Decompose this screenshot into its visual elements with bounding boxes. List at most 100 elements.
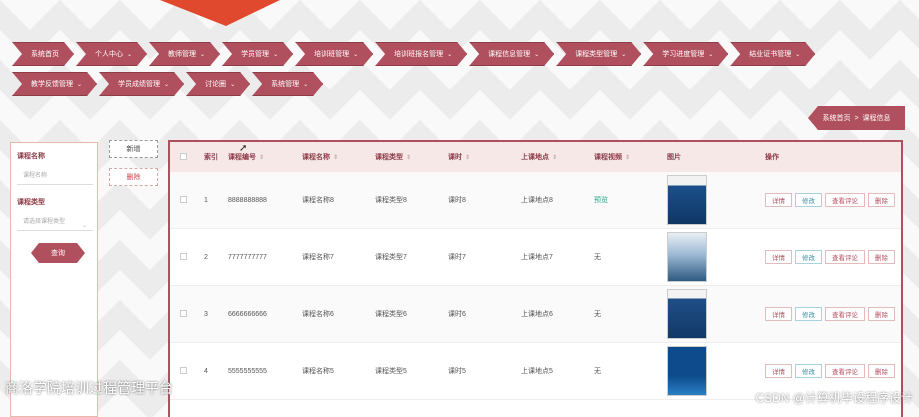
column-header-1: 索引 [204, 152, 228, 162]
view-comments-button[interactable]: 查看评论 [825, 364, 865, 378]
delete-button[interactable]: 删除 [868, 307, 895, 321]
cell-ops: 详情 修改 查看评论 删除 [765, 250, 895, 264]
column-header-label: 课程类型 [375, 154, 403, 161]
column-header-label: 课时 [448, 154, 462, 161]
cell-name: 课程名称6 [302, 311, 334, 318]
sort-icon[interactable]: ⇕ [465, 155, 470, 161]
breadcrumb: 系统首页 > 课程信息 [808, 106, 905, 130]
sort-icon[interactable]: ⇕ [333, 155, 338, 161]
nav-item-row1-8[interactable]: 学习进度管理 ⌄ [643, 42, 728, 66]
row-checkbox-cell [170, 309, 204, 319]
course-name-input[interactable]: 课程名称 [17, 167, 93, 185]
view-comments-button[interactable]: 查看评论 [825, 307, 865, 321]
course-type-label: 课程类型 [17, 199, 45, 206]
video-none: 无 [594, 254, 601, 261]
cell-video: 无 [594, 366, 667, 376]
nav-item-label: 教师管理 [168, 51, 197, 58]
row-actions: 详情 修改 查看评论 删除 [765, 193, 895, 207]
column-header-label: 操作 [765, 154, 779, 161]
detail-button[interactable]: 详情 [765, 307, 792, 321]
breadcrumb-sep: > [854, 114, 859, 122]
mouse-cursor-icon: ➚ [239, 143, 248, 154]
table-row: 3 6666666666 课程名称6 课程类型6 课时6 上课地点6 无 详情 修改 查看评论 删除 [170, 286, 901, 343]
add-button[interactable]: 新增 [109, 140, 158, 158]
delete-button[interactable]: 删除 [868, 250, 895, 264]
search-button[interactable]: 查询 [31, 243, 85, 263]
nav-item-label: 课程信息管理 [488, 51, 531, 58]
nav-item-row2-1[interactable]: 学员成绩管理 ⌄ [99, 72, 184, 96]
column-header-6: 上课地点 ⇕ [521, 152, 594, 162]
row-checkbox[interactable] [180, 366, 187, 374]
cell-hours: 课时5 [448, 368, 466, 375]
edit-button[interactable]: 修改 [795, 364, 822, 378]
nav-item-row1-6[interactable]: 课程信息管理 ⌄ [469, 42, 554, 66]
chevron-down-icon: ⌄ [230, 81, 236, 88]
column-header-0[interactable] [170, 152, 204, 162]
cell-video: 无 [594, 309, 667, 319]
chevron-down-icon: ⌄ [534, 51, 540, 58]
cell-type: 课程类型7 [375, 254, 407, 261]
nav-item-label: 教学反馈管理 [31, 81, 73, 88]
nav-item-label: 培训班管理 [314, 51, 350, 58]
cell-code: 8888888888 [228, 196, 267, 204]
cell-place: 上课地点7 [521, 254, 553, 261]
cell-index: 1 [204, 196, 208, 204]
nav-item-row1-4[interactable]: 培训班管理 ⌄ [295, 42, 373, 66]
cell-place: 上课地点6 [521, 311, 553, 318]
column-header-3: 课程名称 ⇕ [302, 152, 375, 162]
nav-item-row1-0[interactable]: 系统首页 [12, 42, 74, 66]
chevron-down-icon: ⌄ [77, 81, 83, 88]
breadcrumb-home[interactable]: 系统首页 [822, 113, 850, 123]
cell-code: 7777777777 [228, 253, 267, 261]
video-preview-link[interactable]: 预览 [594, 197, 608, 204]
delete-button[interactable]: 删除 [868, 364, 895, 378]
detail-button[interactable]: 详情 [765, 193, 792, 207]
edit-button[interactable]: 修改 [795, 307, 822, 321]
chevron-down-icon: ⌄ [621, 51, 627, 58]
column-header-9: 操作 [765, 152, 895, 162]
nav-item-label: 学员管理 [241, 51, 270, 58]
sort-icon[interactable]: ⇕ [625, 155, 630, 161]
view-comments-button[interactable]: 查看评论 [825, 193, 865, 207]
course-type-select[interactable]: 请选择课程类型 ⌄ [17, 213, 93, 231]
nav-item-row1-5[interactable]: 培训班报名管理 ⌄ [375, 42, 467, 66]
delete-button[interactable]: 删除 [868, 193, 895, 207]
cell-index: 3 [204, 310, 208, 318]
sort-icon[interactable]: ⇕ [259, 155, 264, 161]
detail-button[interactable]: 详情 [765, 364, 792, 378]
column-header-label: 索引 [204, 154, 218, 161]
nav-item-row1-9[interactable]: 结业证书管理 ⌄ [730, 42, 815, 66]
column-header-label: 课程名称 [302, 154, 330, 161]
cell-ops: 详情 修改 查看评论 删除 [765, 307, 895, 321]
nav-item-row1-1[interactable]: 个人中心 ⌄ [76, 42, 147, 66]
row-checkbox[interactable] [180, 309, 187, 317]
nav-item-row1-2[interactable]: 教师管理 ⌄ [149, 42, 220, 66]
cell-hours: 课时7 [448, 254, 466, 261]
nav-item-row2-3[interactable]: 系统管理 ⌄ [252, 72, 323, 96]
sort-icon[interactable]: ⇕ [406, 155, 411, 161]
edit-button[interactable]: 修改 [795, 193, 822, 207]
cell-code: 6666666666 [228, 310, 267, 318]
cell-hours: 课时8 [448, 197, 466, 204]
cell-image [667, 232, 765, 282]
cell-ops: 详情 修改 查看评论 删除 [765, 364, 895, 378]
row-checkbox[interactable] [180, 252, 187, 260]
sort-icon[interactable]: ⇕ [552, 155, 557, 161]
view-comments-button[interactable]: 查看评论 [825, 250, 865, 264]
breadcrumb-current: 课程信息 [862, 115, 891, 122]
batch-delete-button[interactable]: 删除 [109, 168, 158, 186]
column-header-label: 上课地点 [521, 154, 549, 161]
course-table: 索引 课程编号 ⇕ 课程名称 ⇕ 课程类型 ⇕ 课时 ⇕ 上课地点 ⇕ 课程视频 ⇕ 图片 操作 1 8888… [168, 140, 903, 417]
nav-item-row2-0[interactable]: 教学反馈管理 ⌄ [12, 72, 97, 96]
row-checkbox[interactable] [180, 195, 187, 203]
edit-button[interactable]: 修改 [795, 250, 822, 264]
platform-title-overlay: 商洛学院培训过程管理平台 [5, 380, 173, 396]
select-all-checkbox[interactable] [180, 152, 187, 160]
detail-button[interactable]: 详情 [765, 250, 792, 264]
nav-item-row2-2[interactable]: 讨论圈 ⌄ [186, 72, 250, 96]
table-body: 1 8888888888 课程名称8 课程类型8 课时8 上课地点8 预览 详情 修改 查看评论删… [170, 172, 901, 400]
nav-item-row1-3[interactable]: 学员管理 ⌄ [222, 42, 293, 66]
nav-item-row1-7[interactable]: 课程类型管理 ⌄ [556, 42, 641, 66]
row-checkbox-cell [170, 252, 204, 262]
nav-item-label: 结业证书管理 [749, 51, 792, 58]
